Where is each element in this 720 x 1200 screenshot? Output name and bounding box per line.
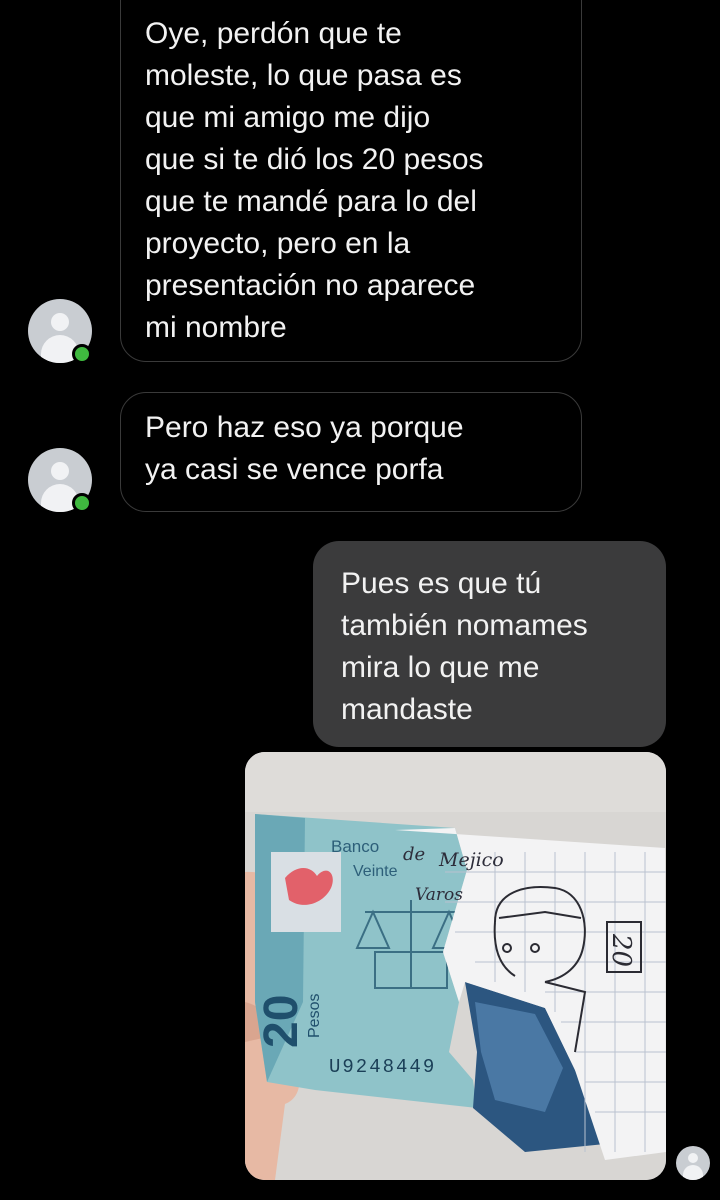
avatar-head: [688, 1153, 698, 1163]
avatar-torso: [683, 1165, 703, 1180]
handwritten-bank-name: Mejico: [438, 849, 504, 871]
banknote-denomination-text: Veinte: [353, 863, 398, 880]
outgoing-message-bubble[interactable]: Pues es que tú también nomames mira lo q…: [313, 541, 666, 747]
incoming-message-bubble[interactable]: Oye, perdón que te moleste, lo que pasa …: [120, 0, 582, 362]
drawn-bank-prefix: de: [403, 844, 425, 865]
banknote-value-number: 20: [255, 995, 308, 1048]
banknote-currency-word: Pesos: [306, 994, 323, 1038]
banknote-bank-text: Banco: [331, 837, 379, 856]
handwritten-value: 20: [606, 933, 636, 967]
banknote-photo-image: 20 Pesos Banco Veinte U9248449 de Mejico…: [245, 752, 666, 1180]
chat-thread: Oye, perdón que te moleste, lo que pasa …: [0, 0, 720, 1200]
avatar-head: [51, 462, 69, 480]
photo-message[interactable]: 20 Pesos Banco Veinte U9248449 de Mejico…: [245, 752, 666, 1180]
banknote-serial: U9248449: [329, 1056, 436, 1078]
avatar-head: [51, 313, 69, 331]
incoming-message-bubble[interactable]: Pero haz eso ya porque ya casi se vence …: [120, 392, 582, 512]
read-receipt-avatar-icon: [676, 1146, 710, 1180]
online-status-dot-icon: [72, 344, 92, 364]
online-status-dot-icon: [72, 493, 92, 513]
handwritten-word: Varos: [415, 885, 463, 905]
